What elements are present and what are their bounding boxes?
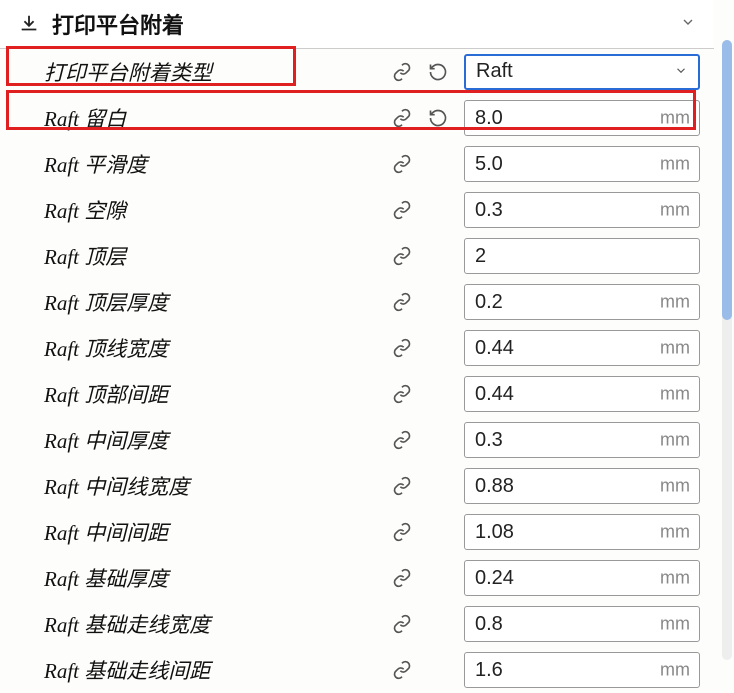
adhesion-type-select[interactable]: Raft <box>464 54 700 90</box>
value-input[interactable] <box>464 606 700 642</box>
input-wrap: mm <box>464 330 700 366</box>
input-wrap: mm <box>464 560 700 596</box>
setting-row: Raft 基础厚度 mm <box>0 555 714 601</box>
setting-row: Raft 留白 mm <box>0 95 714 141</box>
value-input[interactable] <box>464 330 700 366</box>
input-wrap: mm <box>464 146 700 182</box>
link-icon[interactable] <box>390 106 414 130</box>
link-icon[interactable] <box>390 520 414 544</box>
setting-label: 打印平台附着类型 <box>44 57 384 87</box>
value-input[interactable] <box>464 422 700 458</box>
setting-label: Raft 留白 <box>44 103 384 133</box>
input-wrap <box>464 238 700 274</box>
link-icon[interactable] <box>390 612 414 636</box>
setting-row: Raft 顶线宽度 mm <box>0 325 714 371</box>
setting-label: Raft 中间厚度 <box>44 425 384 455</box>
setting-row: 打印平台附着类型 Raft <box>0 49 714 95</box>
chevron-down-icon <box>680 14 696 35</box>
setting-label: Raft 顶层 <box>44 241 384 271</box>
value-input[interactable] <box>464 468 700 504</box>
setting-row: Raft 基础走线间距 mm <box>0 647 714 693</box>
value-input[interactable] <box>464 284 700 320</box>
reset-icon[interactable] <box>426 106 450 130</box>
input-wrap: mm <box>464 468 700 504</box>
section-header[interactable]: 打印平台附着 <box>0 0 714 49</box>
link-icon[interactable] <box>390 658 414 682</box>
input-wrap: mm <box>464 514 700 550</box>
link-icon[interactable] <box>390 290 414 314</box>
input-wrap: mm <box>464 606 700 642</box>
settings-panel: 打印平台附着 打印平台附着类型RaftRaft 留白mmRaft 平滑度mmRa… <box>0 0 734 693</box>
input-wrap: mm <box>464 284 700 320</box>
link-icon[interactable] <box>390 198 414 222</box>
setting-row: Raft 顶部间距 mm <box>0 371 714 417</box>
link-icon[interactable] <box>390 474 414 498</box>
setting-row: Raft 顶层厚度 mm <box>0 279 714 325</box>
setting-label: Raft 平滑度 <box>44 149 384 179</box>
scrollbar-track[interactable] <box>722 40 732 660</box>
setting-label: Raft 中间线宽度 <box>44 471 384 501</box>
input-wrap: mm <box>464 422 700 458</box>
setting-label: Raft 顶部间距 <box>44 379 384 409</box>
value-input[interactable] <box>464 652 700 688</box>
setting-row: Raft 顶层 <box>0 233 714 279</box>
section-title: 打印平台附着 <box>52 8 680 40</box>
link-icon[interactable] <box>390 152 414 176</box>
setting-row: Raft 空隙 mm <box>0 187 714 233</box>
value-input[interactable] <box>464 514 700 550</box>
setting-label: Raft 基础走线宽度 <box>44 609 384 639</box>
adhesion-icon <box>18 13 40 35</box>
reset-icon[interactable] <box>426 60 450 84</box>
value-input[interactable] <box>464 560 700 596</box>
link-icon[interactable] <box>390 382 414 406</box>
settings-list: 打印平台附着类型 Raft Raft 留白 mm Raft 平滑度 mm Raft 空隙 mm… <box>0 49 714 693</box>
setting-label: Raft 顶线宽度 <box>44 333 384 363</box>
value-input[interactable] <box>464 192 700 228</box>
setting-label: Raft 空隙 <box>44 195 384 225</box>
link-icon[interactable] <box>390 244 414 268</box>
value-input[interactable] <box>464 376 700 412</box>
setting-label: Raft 基础厚度 <box>44 563 384 593</box>
setting-row: Raft 中间厚度 mm <box>0 417 714 463</box>
value-input[interactable] <box>464 238 700 274</box>
scrollbar-thumb[interactable] <box>722 40 732 320</box>
link-icon[interactable] <box>390 60 414 84</box>
input-wrap: mm <box>464 100 700 136</box>
link-icon[interactable] <box>390 336 414 360</box>
setting-row: Raft 中间间距 mm <box>0 509 714 555</box>
setting-label: Raft 中间间距 <box>44 517 384 547</box>
value-input[interactable] <box>464 146 700 182</box>
value-input[interactable] <box>464 100 700 136</box>
input-wrap: mm <box>464 652 700 688</box>
setting-row: Raft 平滑度 mm <box>0 141 714 187</box>
setting-row: Raft 中间线宽度 mm <box>0 463 714 509</box>
setting-label: Raft 基础走线间距 <box>44 655 384 685</box>
setting-label: Raft 顶层厚度 <box>44 287 384 317</box>
setting-row: Raft 基础走线宽度 mm <box>0 601 714 647</box>
link-icon[interactable] <box>390 428 414 452</box>
input-wrap: mm <box>464 376 700 412</box>
input-wrap: mm <box>464 192 700 228</box>
link-icon[interactable] <box>390 566 414 590</box>
input-wrap: Raft <box>464 54 700 90</box>
